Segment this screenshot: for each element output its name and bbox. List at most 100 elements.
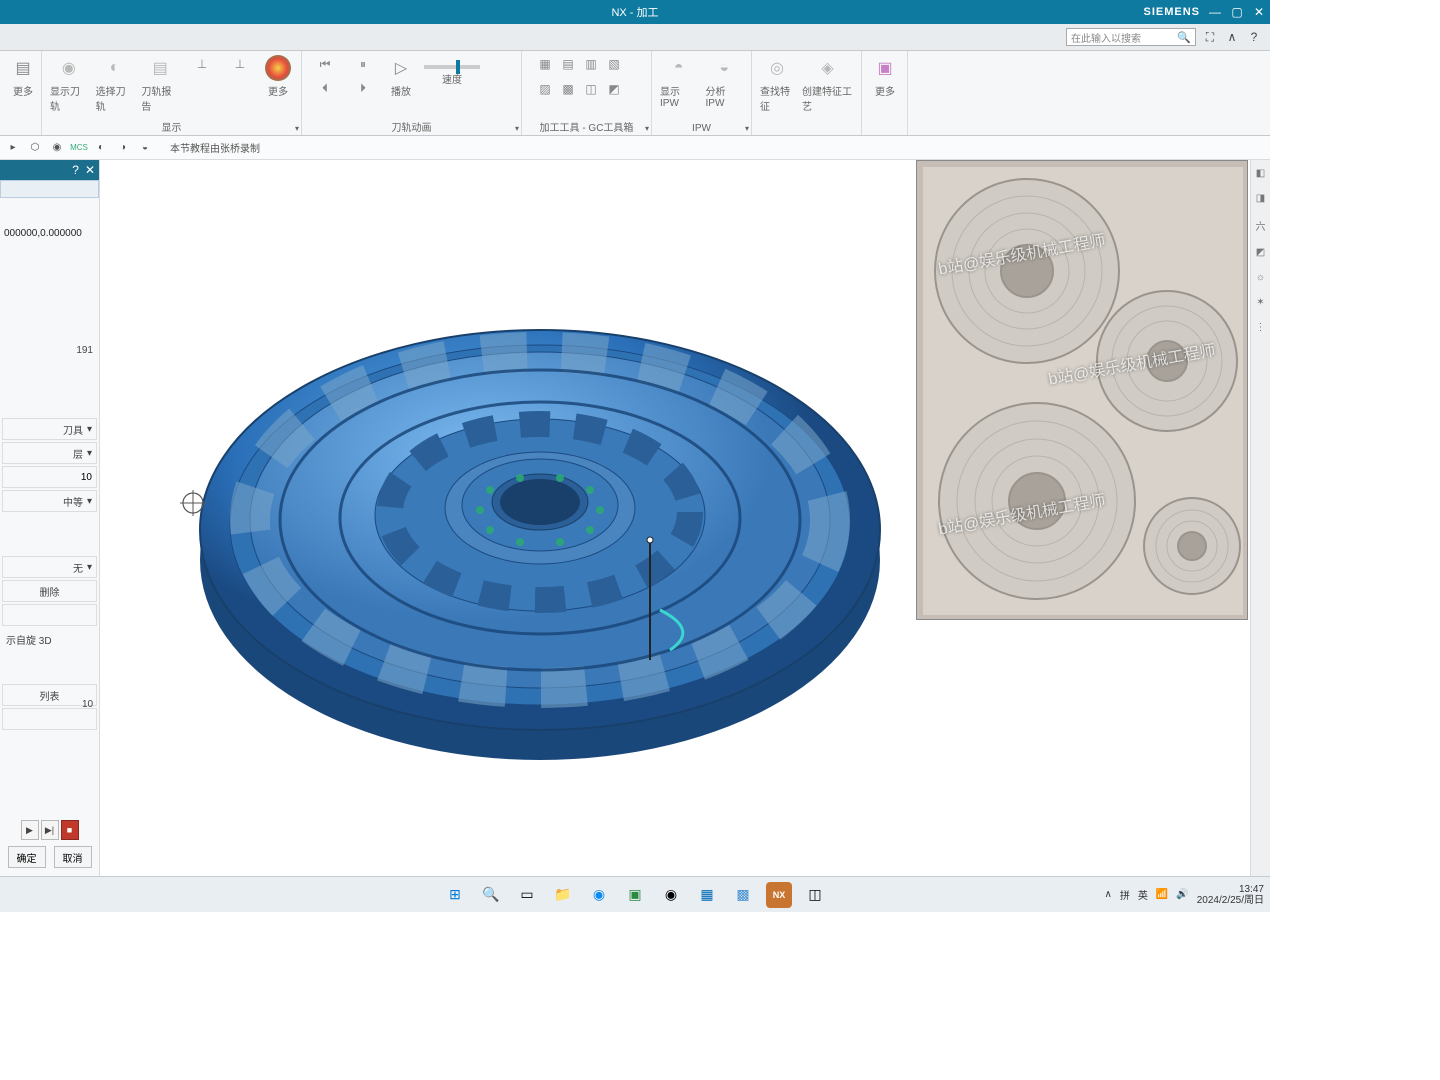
create-feature-process-button[interactable]: ◈创建特征工艺 (800, 53, 855, 115)
model-render (180, 230, 900, 810)
app-icon-2[interactable]: ▦ (694, 882, 720, 908)
show-ipw-button[interactable]: ◓显示 IPW (658, 53, 700, 111)
ribbon-group-animation: ⏮ ⏸ ⏴ ⏵ ▷播放 速度 刀轨动画 (302, 51, 522, 135)
gc-icon-8[interactable]: ◩ (597, 78, 631, 100)
explorer-icon[interactable]: 📁 (550, 882, 576, 908)
nx-app-icon[interactable]: NX (766, 882, 792, 908)
input-10[interactable] (2, 466, 97, 488)
app-icon-1[interactable]: ▣ (622, 882, 648, 908)
find-feature-button[interactable]: ◎查找特征 (758, 53, 796, 115)
step-fwd-icon[interactable]: ⏵ (346, 77, 380, 99)
start-button[interactable]: ⊞ (442, 882, 468, 908)
edge-icon[interactable]: ◉ (586, 882, 612, 908)
play-button[interactable]: ▷播放 (384, 53, 418, 100)
taskview-icon[interactable]: ▭ (514, 882, 540, 908)
wifi-icon[interactable]: 📶 (1156, 889, 1168, 900)
up-arrow-icon[interactable]: ∧ (1224, 29, 1240, 45)
none-dropdown[interactable]: 无 ▾ (2, 556, 97, 578)
delete-button[interactable]: 删除 (2, 580, 97, 602)
ribbon: ▤更多 ◉显示刀轨 ◐选择刀轨 ▤刀轨报告 ⊥ ⊥ 更多 显示 ⏮ ⏸ ⏴ ⏵ (0, 51, 1270, 136)
right-icon-1[interactable]: ◧ (1256, 168, 1265, 179)
right-icon-2[interactable]: ◨ (1256, 193, 1265, 204)
play-fwd-button[interactable]: ▶ (21, 820, 39, 840)
playback-controls: ▶ ▶| ■ (21, 820, 79, 840)
spin3d-label: 示自旋 3D (2, 628, 97, 650)
sub-icon-2[interactable]: ⬡ (28, 141, 42, 155)
tab-bar: 在此输入以搜索 🔍 ⛶ ∧ ? (0, 24, 1270, 51)
dialog-header: ? ✕ (0, 160, 99, 180)
ribbon-more-end[interactable]: ▣更多 (868, 53, 902, 100)
stop-button[interactable]: ■ (61, 820, 79, 840)
analyze-ipw-button[interactable]: ◒分析 IPW (704, 53, 746, 111)
ribbon-group-features: ◎查找特征 ◈创建特征工艺 (752, 51, 862, 135)
window-controls: — ▢ ✕ (1204, 0, 1270, 24)
layer-dropdown[interactable]: 层 ▾ (2, 442, 97, 464)
empty-row-2[interactable] (2, 708, 97, 730)
dialog-close-icon[interactable]: ✕ (85, 163, 95, 177)
time-label: 13:47 (1197, 884, 1264, 895)
sub-icon-1[interactable]: ▸ (6, 141, 20, 155)
ribbon-more-2[interactable]: 更多 (261, 53, 295, 100)
right-sidebar: ◧ ◨ 六 ◩ ☼ ✶ ⋮ (1250, 160, 1270, 880)
fullscreen-icon[interactable]: ⛶ (1202, 29, 1218, 45)
minimize-button[interactable]: — (1204, 0, 1226, 24)
play-end-button[interactable]: ▶| (41, 820, 59, 840)
ribbon-group-gctools: ▦ ▤ ▥ ▧ ▨ ▩ ◫ ◩ 加工工具 - GC工具箱 (522, 51, 652, 135)
select-toolpath-button[interactable]: ◐选择刀轨 (94, 53, 136, 115)
toolpath-report-button[interactable]: ▤刀轨报告 (139, 53, 181, 115)
title-bar: NX - 加工 SIEMENS — ▢ ✕ (0, 0, 1270, 24)
medium-dropdown[interactable]: 中等 ▾ (2, 490, 97, 512)
app-icon-3[interactable]: ▩ (730, 882, 756, 908)
close-button[interactable]: ✕ (1248, 0, 1270, 24)
right-icon-6[interactable]: ✶ (1256, 297, 1264, 308)
clock[interactable]: 13:47 2024/2/25/周日 (1197, 884, 1264, 906)
sub-icon-3[interactable]: ◉ (50, 141, 64, 155)
sub-icon-4[interactable]: ◐ (94, 141, 108, 155)
tool-icon-1[interactable]: ⊥ (185, 53, 219, 75)
group-name-animation: 刀轨动画 (308, 117, 515, 134)
maximize-button[interactable]: ▢ (1226, 0, 1248, 24)
search-placeholder: 在此输入以搜索 (1071, 30, 1141, 45)
system-tray: ∧ 拼 英 📶 🔊 13:47 2024/2/25/周日 (1105, 884, 1265, 906)
skip-back-icon[interactable]: ⏮ (308, 53, 342, 75)
right-icon-4[interactable]: ◩ (1256, 247, 1265, 258)
right-icon-5[interactable]: ☼ (1256, 272, 1265, 283)
right-icon-7[interactable]: ⋮ (1256, 322, 1266, 333)
reference-photo-overlay: b站@娱乐级机械工程师 b站@娱乐级机械工程师 b站@娱乐级机械工程师 (916, 160, 1248, 620)
sub-icon-6[interactable]: ◒ (138, 141, 152, 155)
windows-taskbar: ⊞ 🔍 ▭ 📁 ◉ ▣ ◉ ▦ ▩ NX ◫ ∧ 拼 英 📶 🔊 13:47 2… (0, 876, 1270, 912)
app-icon-4[interactable]: ◫ (802, 882, 828, 908)
app-title: NX - 加工 (611, 4, 658, 20)
tool-icon-2[interactable]: ⊥ (223, 53, 257, 75)
sub-icon-mcs[interactable]: MCS (72, 141, 86, 155)
origin-marker-icon (180, 490, 206, 516)
pause-icon[interactable]: ⏸ (346, 53, 380, 75)
ok-button[interactable]: 确定 (8, 846, 46, 868)
group-name-gctools: 加工工具 - GC工具箱 (528, 117, 645, 134)
dialog-help-icon[interactable]: ? (72, 163, 79, 177)
tutorial-note: 本节教程由张桥录制 (170, 140, 260, 155)
search-input[interactable]: 在此输入以搜索 🔍 (1066, 28, 1196, 46)
show-toolpath-button[interactable]: ◉显示刀轨 (48, 53, 90, 115)
step-back-icon[interactable]: ⏴ (308, 77, 342, 99)
help-icon[interactable]: ? (1246, 29, 1262, 45)
ime-indicator-1[interactable]: 拼 (1120, 887, 1130, 902)
chrome-icon[interactable]: ◉ (658, 882, 684, 908)
ribbon-group-display: ◉显示刀轨 ◐选择刀轨 ▤刀轨报告 ⊥ ⊥ 更多 显示 (42, 51, 302, 135)
ribbon-more-1[interactable]: ▤更多 (6, 53, 40, 100)
cancel-button[interactable]: 取消 (54, 846, 92, 868)
tray-chevron-icon[interactable]: ∧ (1105, 889, 1112, 900)
ribbon-group-ipw: ◓显示 IPW ◒分析 IPW IPW (652, 51, 752, 135)
tool-dropdown[interactable]: 刀具 ▾ (2, 418, 97, 440)
search-taskbar-icon[interactable]: 🔍 (478, 882, 504, 908)
ime-indicator-2[interactable]: 英 (1138, 887, 1148, 902)
gc-icon-4[interactable]: ▧ (597, 53, 631, 75)
right-icon-3[interactable]: 六 (1256, 218, 1266, 233)
value-191: 191 (0, 343, 99, 358)
sub-icon-5[interactable]: ◑ (116, 141, 130, 155)
volume-icon[interactable]: 🔊 (1176, 889, 1188, 900)
empty-row-1[interactable] (2, 604, 97, 626)
speed-slider[interactable]: 速度 (422, 53, 482, 88)
group-name-display: 显示 (48, 117, 295, 134)
value-10: 10 (82, 699, 93, 710)
